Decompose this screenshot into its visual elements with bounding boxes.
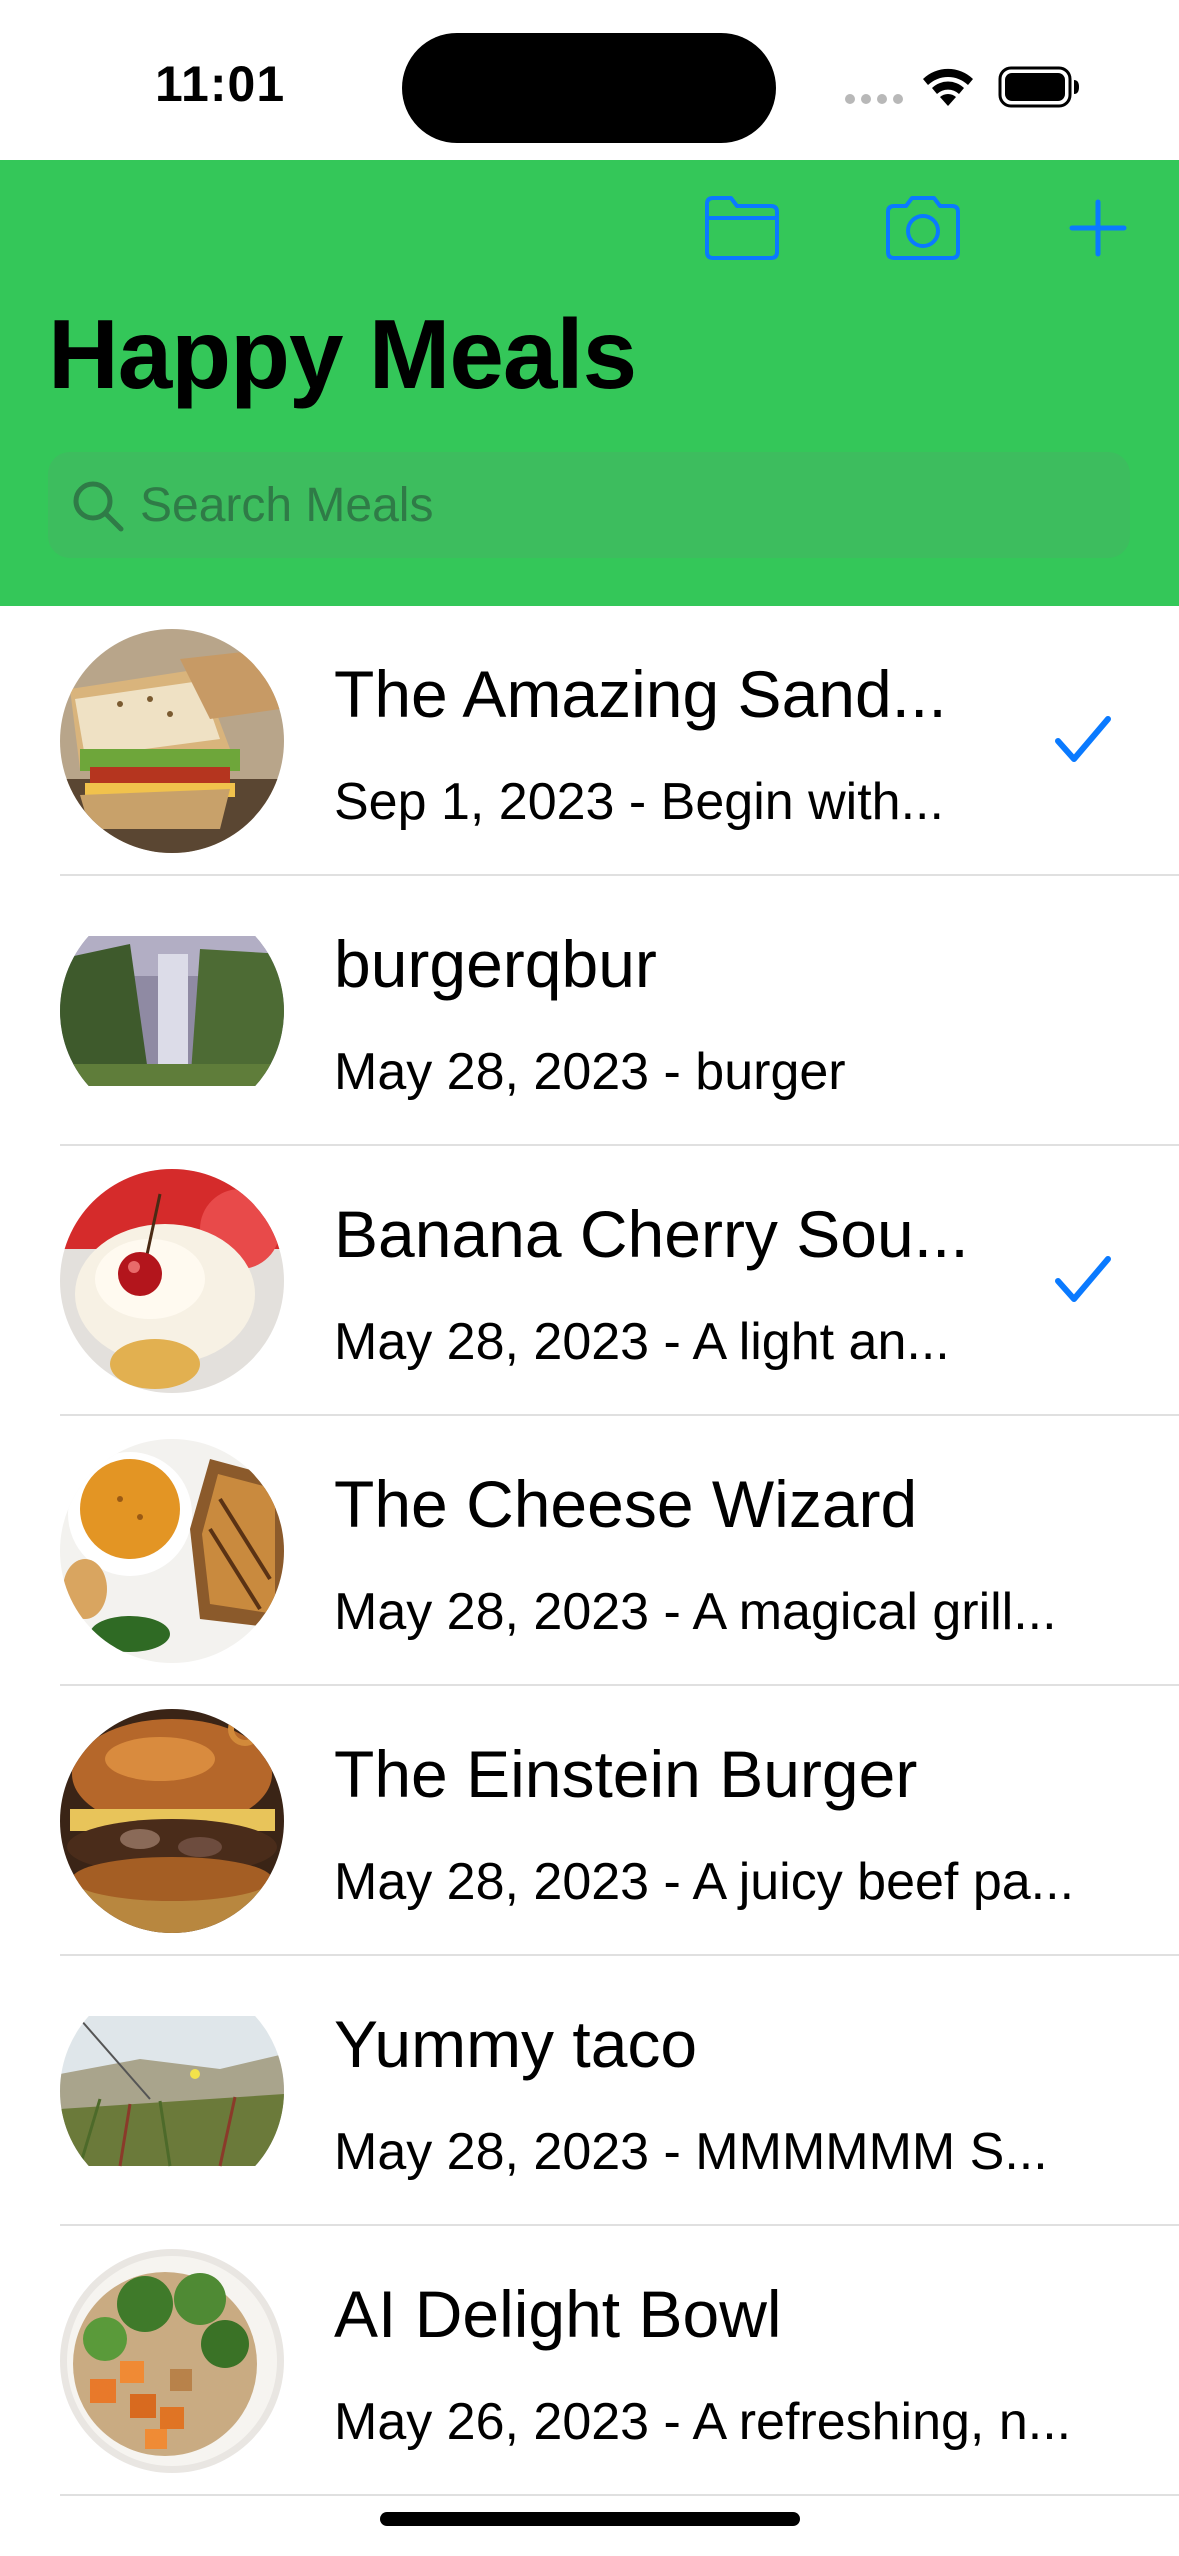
meal-subtitle: Sep 1, 2023 - Begin with... <box>334 773 944 831</box>
page-title: Happy Meals <box>48 299 637 409</box>
search-bar[interactable] <box>48 452 1130 558</box>
meal-thumbnail <box>60 1979 284 2203</box>
meal-list: The Amazing Sand... Sep 1, 2023 - Begin … <box>0 606 1179 2496</box>
meal-subtitle: May 26, 2023 - A refreshing, n... <box>334 2393 1072 2451</box>
meal-thumbnail <box>60 629 284 853</box>
cellular-signal-icon <box>845 94 905 106</box>
meal-thumbnail <box>60 899 284 1123</box>
home-indicator <box>380 2512 800 2526</box>
meal-thumbnail <box>60 2249 284 2473</box>
meal-subtitle: May 28, 2023 - A magical grill... <box>334 1583 1057 1641</box>
meal-subtitle: May 28, 2023 - MMMMMM S... <box>334 2123 1048 2181</box>
meal-row[interactable]: The Einstein Burger May 28, 2023 - A jui… <box>0 1686 1179 1956</box>
search-icon <box>73 481 124 532</box>
meal-row[interactable]: burgerqbur May 28, 2023 - burger <box>0 876 1179 1146</box>
meal-thumbnail <box>60 1439 284 1663</box>
meal-row[interactable]: Banana Cherry Sou... May 28, 2023 - A li… <box>0 1146 1179 1416</box>
meal-title: Banana Cherry Sou... <box>334 1197 969 1271</box>
meal-title: The Amazing Sand... <box>334 657 947 731</box>
battery-icon <box>998 66 1079 108</box>
folder-icon[interactable] <box>703 190 781 266</box>
meal-subtitle: May 28, 2023 - burger <box>334 1043 846 1101</box>
meal-row[interactable]: The Amazing Sand... Sep 1, 2023 - Begin … <box>0 606 1179 876</box>
meal-thumbnail <box>60 1709 284 1933</box>
meal-title: The Einstein Burger <box>334 1737 918 1811</box>
meal-row[interactable]: AI Delight Bowl May 26, 2023 - A refresh… <box>0 2226 1179 2496</box>
checkmark-icon <box>1055 716 1111 762</box>
meal-title: burgerqbur <box>334 927 657 1001</box>
row-divider <box>60 2494 1179 2496</box>
meal-subtitle: May 28, 2023 - A juicy beef pa... <box>334 1853 1075 1911</box>
meal-row[interactable]: Yummy taco May 28, 2023 - MMMMMM S... <box>0 1956 1179 2226</box>
checkmark-icon <box>1055 1256 1111 1302</box>
meal-row[interactable]: The Cheese Wizard May 28, 2023 - A magic… <box>0 1416 1179 1686</box>
camera-icon[interactable] <box>882 190 964 266</box>
dynamic-island <box>402 33 776 143</box>
status-bar: 11:01 <box>0 0 1179 160</box>
status-time: 11:01 <box>155 56 286 112</box>
plus-icon[interactable] <box>1068 190 1128 266</box>
meal-title: Yummy taco <box>334 2007 698 2081</box>
meal-thumbnail <box>60 1169 284 1393</box>
wifi-icon <box>923 68 973 106</box>
meal-subtitle: May 28, 2023 - A light an... <box>334 1313 950 1371</box>
search-input[interactable] <box>140 452 1100 558</box>
meal-title: AI Delight Bowl <box>334 2277 782 2351</box>
meal-title: The Cheese Wizard <box>334 1467 918 1541</box>
